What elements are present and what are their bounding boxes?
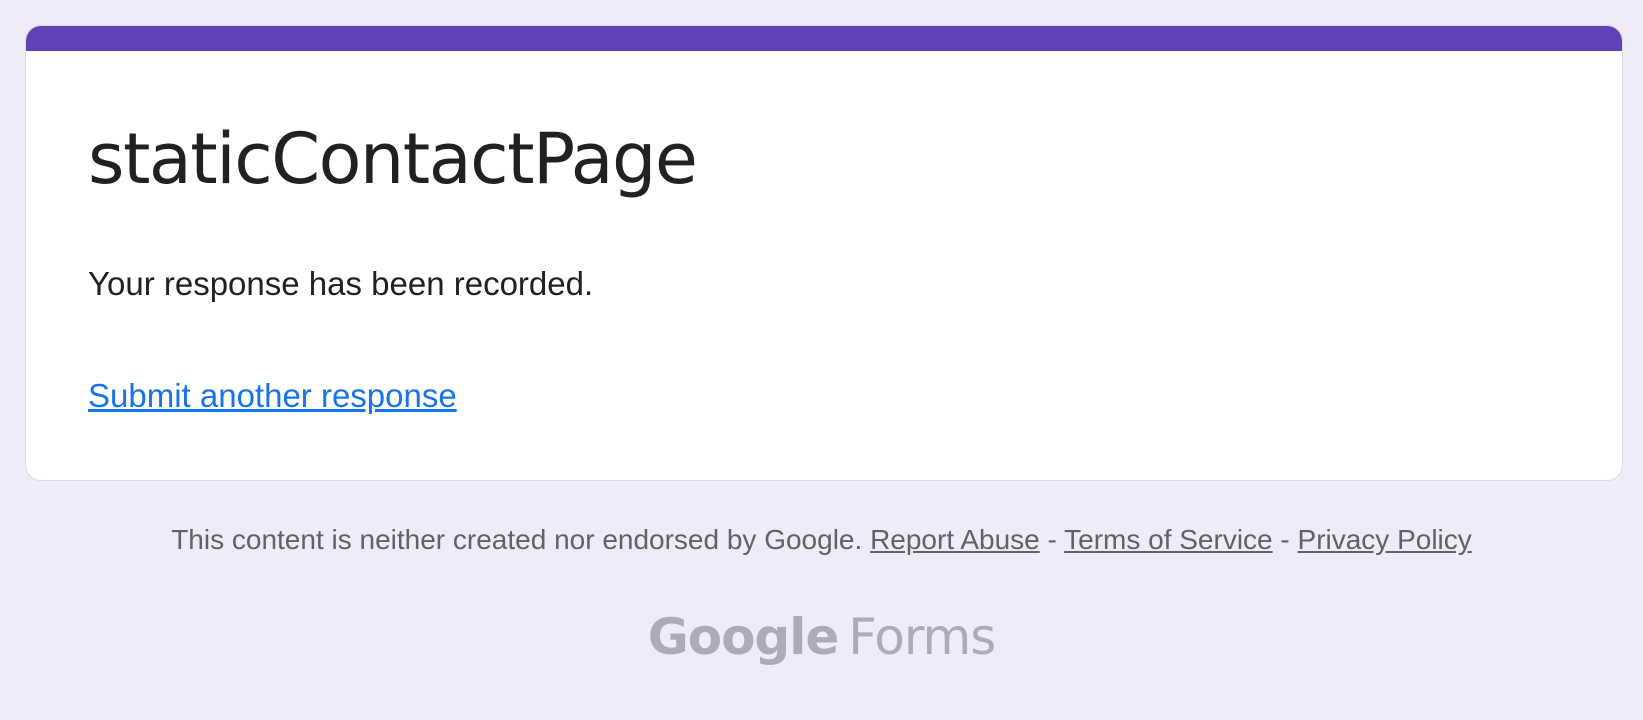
google-forms-logo[interactable]: Google Forms [0,612,1643,662]
footer-separator: - [1280,524,1298,555]
form-card: staticContactPage Your response has been… [25,25,1623,481]
submit-another-response-link[interactable]: Submit another response [88,376,457,416]
footer-separator: - [1047,524,1065,555]
forms-wordmark: Forms [848,608,996,666]
terms-of-service-link[interactable]: Terms of Service [1064,524,1273,555]
privacy-policy-link[interactable]: Privacy Policy [1298,524,1472,555]
footer: This content is neither created nor endo… [0,523,1643,557]
report-abuse-link[interactable]: Report Abuse [870,524,1040,555]
confirmation-message: Your response has been recorded. [88,265,594,302]
form-title: staticContactPage [88,118,698,200]
footer-disclaimer: This content is neither created nor endo… [171,524,871,555]
card-accent-bar [26,26,1622,51]
google-wordmark: Google [647,608,840,666]
